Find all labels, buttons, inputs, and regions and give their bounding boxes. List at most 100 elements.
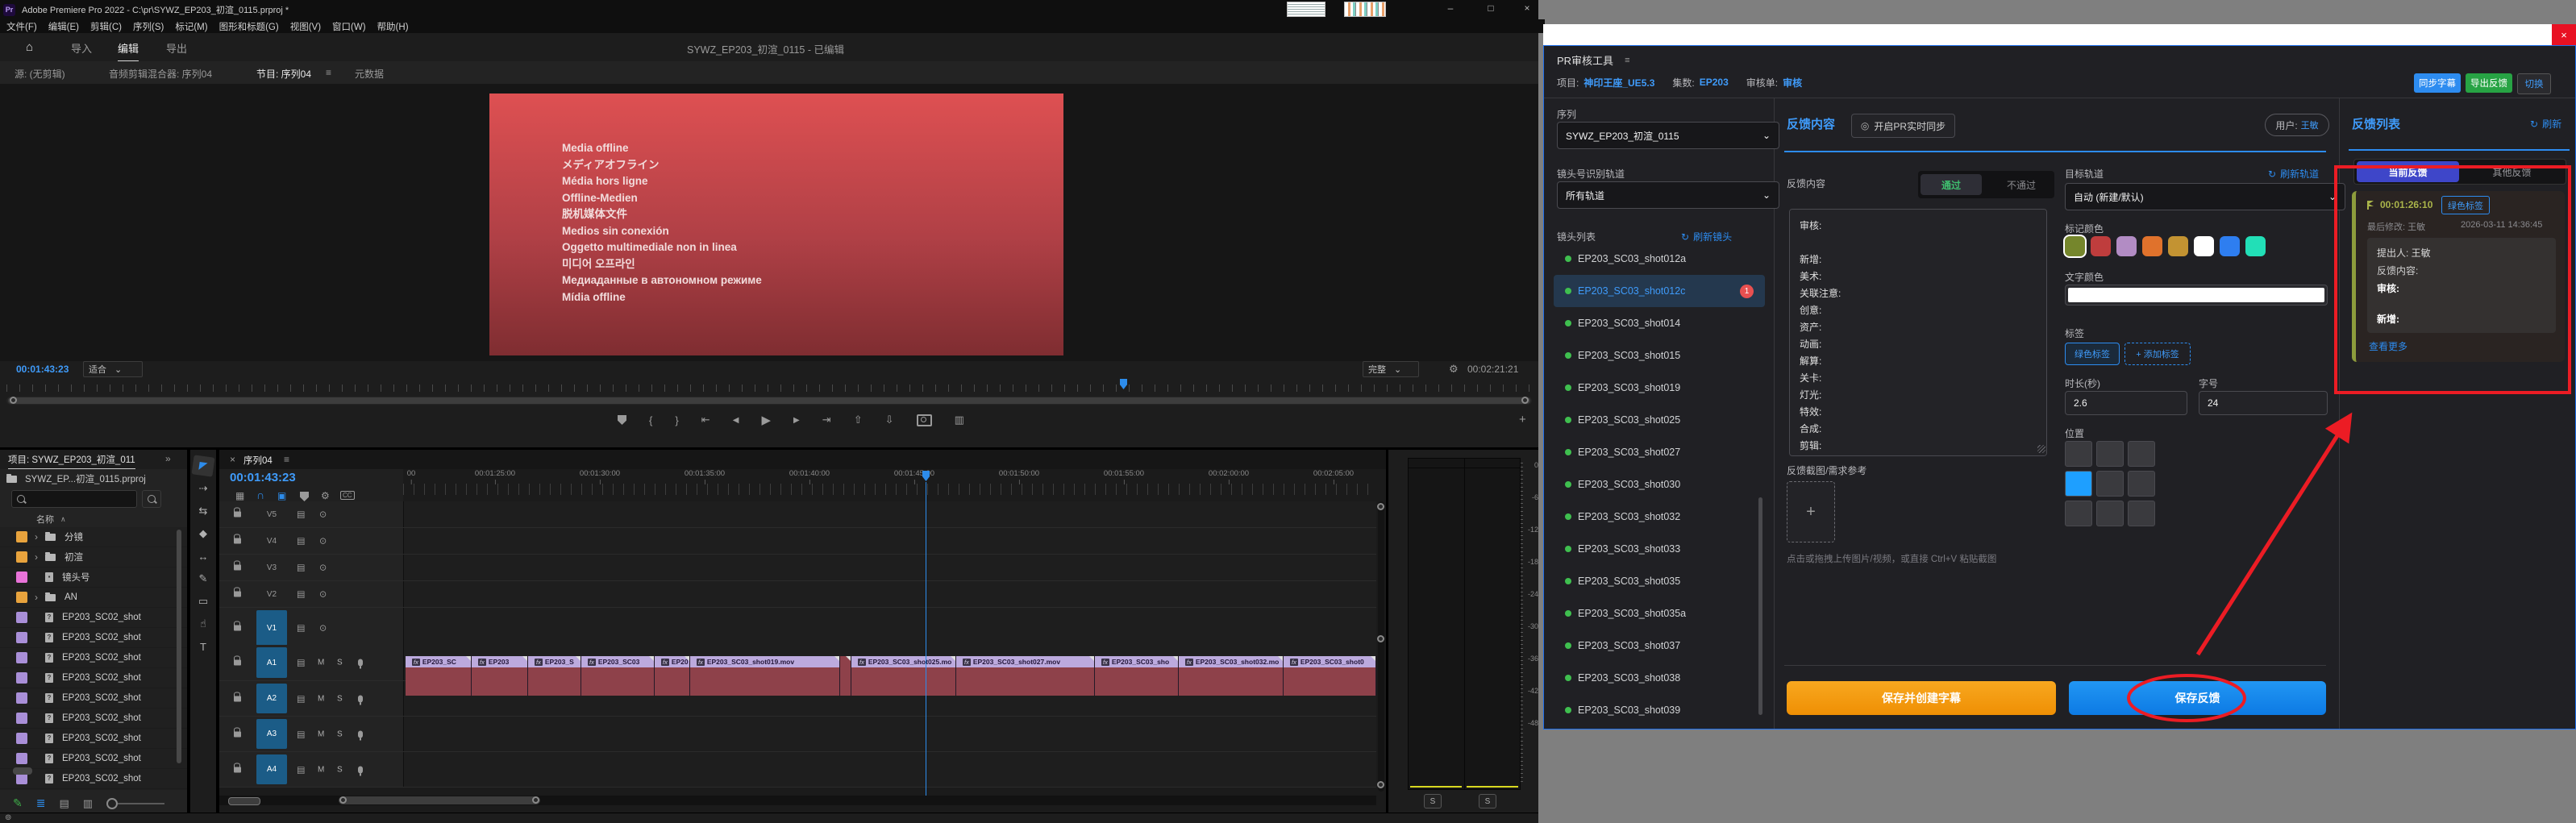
- marker-color-swatch[interactable]: [2194, 236, 2214, 256]
- menu-item[interactable]: 窗口(W): [332, 20, 366, 33]
- position-cell[interactable]: [2128, 501, 2155, 526]
- list-view-icon[interactable]: ≣: [36, 796, 46, 810]
- tab-project[interactable]: 项目: SYWZ_EP203_初渲_011: [8, 453, 135, 469]
- step-forward-icon[interactable]: ▶: [793, 416, 800, 425]
- eye-toggle-icon[interactable]: ⊙: [319, 509, 327, 520]
- lock-icon[interactable]: [234, 660, 241, 666]
- label-color-swatch[interactable]: [16, 551, 27, 563]
- project-item-label[interactable]: 分镜: [65, 530, 83, 543]
- home-icon[interactable]: ⌂: [26, 40, 33, 54]
- lock-icon[interactable]: [234, 538, 241, 544]
- mark-in-icon[interactable]: {: [649, 414, 652, 426]
- timeline-clip[interactable]: fx EP203_SC03: [581, 656, 655, 696]
- project-row[interactable]: › AN: [0, 588, 187, 608]
- menu-item[interactable]: 标记(M): [175, 20, 207, 33]
- timeline-clip[interactable]: fx EP203_SC03_shot019.mov: [690, 656, 840, 696]
- position-cell[interactable]: [2096, 441, 2124, 467]
- minimize-button[interactable]: –: [1442, 2, 1459, 14]
- project-hscrollbar[interactable]: [13, 767, 32, 775]
- label-color-swatch[interactable]: [16, 592, 27, 603]
- mark-out-icon[interactable]: }: [675, 414, 678, 426]
- shot-list-item[interactable]: EP203_SC03_shot039: [1554, 694, 1765, 726]
- lock-icon[interactable]: [234, 626, 241, 631]
- position-cell[interactable]: [2128, 441, 2155, 467]
- upload-box[interactable]: +: [1787, 481, 1835, 542]
- fit-dropdown[interactable]: 适合 ⌄: [83, 361, 143, 377]
- zoom-handle-left[interactable]: [339, 796, 347, 804]
- eye-toggle-icon[interactable]: ⊙: [319, 589, 327, 600]
- shot-list-item[interactable]: EP203_SC03_shot025: [1554, 404, 1765, 436]
- linked-selection-icon[interactable]: ▣: [277, 490, 286, 501]
- track-target-tile[interactable]: V5: [256, 504, 287, 525]
- source-patch-icon[interactable]: ▤: [297, 509, 305, 520]
- switch-button[interactable]: 切换: [2517, 73, 2551, 94]
- shot-list-item[interactable]: EP203_SC03_shot027: [1554, 436, 1765, 468]
- track-target-tile[interactable]: V1: [256, 610, 287, 646]
- icon-view-icon[interactable]: ▤: [59, 797, 69, 810]
- nest-toggle-icon[interactable]: ▦: [235, 490, 244, 501]
- solo-button[interactable]: S: [337, 694, 343, 703]
- tab-other-feedback[interactable]: 其他反馈: [2461, 161, 2563, 182]
- menu-item[interactable]: 帮助(H): [377, 20, 409, 33]
- play-icon[interactable]: ▶: [761, 413, 771, 427]
- label-color-swatch[interactable]: [16, 612, 27, 623]
- shot-list-item[interactable]: EP203_SC03_shot012a: [1554, 243, 1765, 275]
- timeline-clip[interactable]: fx EP203_S: [528, 656, 581, 696]
- label-color-swatch[interactable]: [16, 572, 27, 583]
- mute-button[interactable]: M: [318, 659, 324, 667]
- timeline-vscrollbar[interactable]: [1378, 501, 1384, 792]
- project-item-label[interactable]: AN: [65, 592, 77, 602]
- captions-icon[interactable]: CC: [340, 491, 355, 500]
- save-feedback-button[interactable]: 保存反馈: [2069, 681, 2326, 715]
- lock-icon[interactable]: [234, 565, 241, 571]
- marker-color-swatch[interactable]: [2091, 236, 2111, 256]
- zoom-handle-right[interactable]: [532, 796, 539, 804]
- timeline-clip[interactable]: fx EP203_SC: [406, 656, 472, 696]
- refresh-list-link[interactable]: ↻ 刷新: [2530, 117, 2561, 131]
- target-track-dropdown[interactable]: 自动 (新建/默认) ⌄: [2065, 183, 2345, 210]
- source-patch-icon[interactable]: ▤: [297, 693, 305, 704]
- track-target-tile[interactable]: V2: [256, 584, 287, 605]
- search-bin-button[interactable]: [142, 490, 161, 508]
- monitor-scrollbar-thumb[interactable]: [8, 397, 1530, 404]
- expand-chevron-icon[interactable]: ›: [27, 551, 45, 563]
- marker-color-swatch[interactable]: [2245, 236, 2266, 256]
- refresh-shots-link[interactable]: ↻ 刷新镜头: [1681, 230, 1732, 243]
- timeline-timecode[interactable]: 00:01:43:23: [230, 471, 296, 484]
- audio-track-lane[interactable]: [403, 717, 1376, 751]
- menu-item[interactable]: 剪辑(C): [90, 20, 122, 33]
- timeline-clip[interactable]: fx EP203_SC03_shot025.mo: [851, 656, 956, 696]
- voiceover-mic-icon[interactable]: [358, 766, 363, 773]
- solo-right-button[interactable]: S: [1479, 794, 1496, 808]
- text-color-picker[interactable]: [2065, 285, 2328, 306]
- video-track-row[interactable]: V5 ▤ ⊙: [219, 501, 1376, 528]
- project-item-label[interactable]: EP203_SC02_shot: [62, 713, 141, 723]
- close-tab-icon[interactable]: ×: [230, 454, 235, 465]
- export-feedback-button[interactable]: 导出反馈: [2466, 73, 2512, 93]
- track-target-tile[interactable]: A3: [256, 719, 287, 749]
- save-create-subtitle-button[interactable]: 保存并创建字幕: [1787, 681, 2056, 715]
- zoom-slider[interactable]: [106, 798, 164, 809]
- track-target-tile[interactable]: A2: [256, 684, 287, 713]
- project-item-label[interactable]: EP203_SC02_shot: [62, 754, 141, 763]
- project-item-label[interactable]: EP203_SC02_shot: [62, 693, 141, 703]
- project-item-label[interactable]: EP203_SC02_shot: [62, 734, 141, 743]
- audio-track-lane[interactable]: [403, 752, 1376, 787]
- label-color-swatch[interactable]: [16, 753, 27, 764]
- project-row[interactable]: ? EP203_SC02_shot: [0, 668, 187, 688]
- solo-left-button[interactable]: S: [1424, 794, 1442, 808]
- marker-color-swatch[interactable]: [2116, 236, 2137, 256]
- tab-overflow-icon[interactable]: »: [165, 453, 171, 464]
- shot-list-item[interactable]: EP203_SC03_shot014: [1554, 307, 1765, 339]
- review-menu-icon[interactable]: ≡: [1625, 56, 1629, 65]
- position-cell[interactable]: [2096, 501, 2124, 526]
- shot-list-item[interactable]: EP203_SC03_shot032: [1554, 501, 1765, 533]
- snap-magnet-icon[interactable]: ∩: [256, 488, 264, 501]
- ripple-edit-tool-icon[interactable]: ⇆: [193, 501, 214, 521]
- marker-color-swatch[interactable]: [2142, 236, 2162, 256]
- label-color-swatch[interactable]: [16, 632, 27, 643]
- timeline-settings-wrench-icon[interactable]: ⚙: [321, 490, 330, 501]
- menu-item[interactable]: 文件(F): [6, 20, 37, 33]
- refresh-track-link[interactable]: ↻ 刷新轨道: [2268, 167, 2319, 181]
- shot-list-item[interactable]: EP203_SC03_shot030: [1554, 468, 1765, 501]
